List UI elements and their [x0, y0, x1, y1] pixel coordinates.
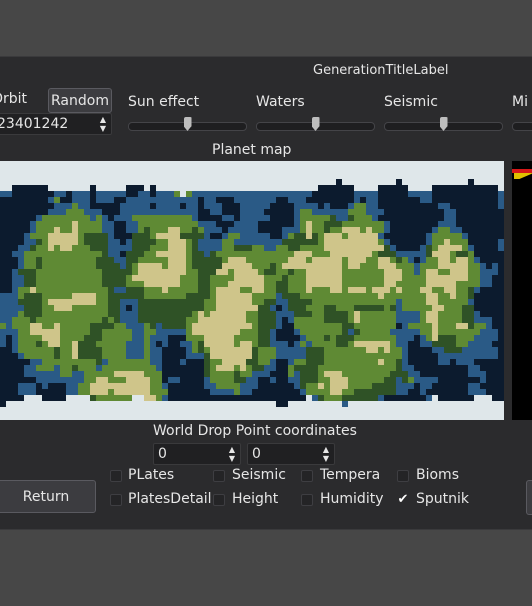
planet-map-image	[0, 161, 504, 420]
bioms-label: Bioms	[416, 467, 459, 483]
waters-slider[interactable]	[256, 117, 375, 131]
drop-x-value: 0	[158, 446, 167, 462]
orbit-spinbox[interactable]: 23401242	[0, 113, 112, 135]
drop-point-title: World Drop Point coordinates	[153, 423, 357, 439]
seismic-checkbox[interactable]	[213, 470, 225, 482]
planet-map-title: Planet map	[212, 142, 292, 158]
preview-line	[512, 169, 532, 173]
plates-detail-checkbox[interactable]	[110, 494, 122, 506]
checkmark-icon: ✔	[397, 492, 409, 507]
side-button[interactable]	[526, 480, 532, 515]
sputnik-preview	[512, 161, 532, 420]
drop-x-spin-arrows-icon[interactable]: ▲ ▼	[226, 444, 238, 464]
waters-label: Waters	[256, 94, 305, 110]
drop-y-value: 0	[252, 446, 261, 462]
plates-label: PLates	[128, 467, 175, 483]
plates-detail-label: PlatesDetail	[128, 491, 212, 507]
sputnik-label: Sputnik	[416, 491, 470, 507]
bioms-checkbox[interactable]	[397, 470, 409, 482]
seismic-slider[interactable]	[384, 117, 503, 131]
generation-title-label: GenerationTitleLabel	[313, 63, 449, 78]
slider-track	[512, 122, 532, 131]
sun-effect-label: Sun effect	[128, 94, 200, 110]
generation-panel: GenerationTitleLabel Orbit Random 234012…	[0, 56, 532, 530]
humidity-label: Humidity	[320, 491, 384, 507]
tempera-checkbox[interactable]	[301, 470, 313, 482]
mi-label: Mi	[512, 94, 528, 110]
return-button[interactable]: Return	[0, 480, 96, 513]
random-button[interactable]: Random	[48, 88, 112, 113]
sputnik-checkbox[interactable]: ✔	[397, 492, 409, 507]
orbit-label: Orbit	[0, 91, 28, 107]
height-label: Height	[232, 491, 279, 507]
plates-checkbox[interactable]	[110, 470, 122, 482]
humidity-checkbox[interactable]	[301, 494, 313, 506]
drop-y-spin-arrows-icon[interactable]: ▲ ▼	[320, 444, 332, 464]
seismic-label: Seismic	[384, 94, 438, 110]
orbit-spin-arrows-icon[interactable]: ▲ ▼	[97, 114, 109, 134]
height-checkbox[interactable]	[213, 494, 225, 506]
sun-effect-slider[interactable]	[128, 117, 247, 131]
seismic-layer-label: Seismic	[232, 467, 286, 483]
tempera-label: Tempera	[320, 467, 381, 483]
mi-slider[interactable]	[512, 121, 532, 131]
planet-map[interactable]	[0, 161, 504, 420]
orbit-value: 23401242	[0, 116, 69, 132]
